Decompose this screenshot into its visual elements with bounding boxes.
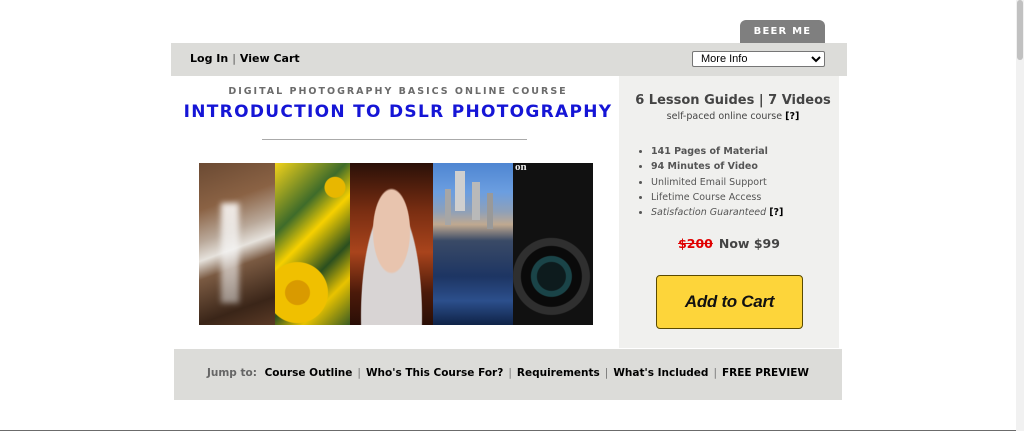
jump-links: Jump to: Course Outline | Who's This Cours…: [174, 367, 842, 379]
course-title: INTRODUCTION TO DSLR PHOTOGRAPHY: [183, 102, 613, 122]
feature-list: 141 Pages of Material 94 Minutes of Vide…: [637, 144, 783, 220]
view-cart-link[interactable]: View Cart: [240, 52, 300, 65]
new-price: Now $99: [718, 236, 780, 251]
jump-separator: |: [508, 367, 512, 379]
feature-item: Lifetime Course Access: [651, 190, 783, 205]
jump-whats-included-link[interactable]: What's Included: [613, 367, 708, 379]
scrollbar-thumb[interactable]: [1017, 0, 1023, 60]
add-to-cart-button[interactable]: Add to Cart: [656, 275, 803, 329]
lessons-summary: 6 Lesson Guides | 7 Videos: [635, 93, 831, 108]
jump-to-bar: Jump to: Course Outline | Who's This Cours…: [174, 349, 842, 400]
guarantee-text: Satisfaction Guaranteed: [651, 207, 767, 219]
login-link[interactable]: Log In: [190, 52, 228, 65]
jump-separator: |: [604, 367, 609, 379]
yellow-flower-photo: [275, 163, 350, 325]
self-paced-text: self-paced online course: [666, 111, 783, 122]
top-nav-bar: Log In | View Cart More Info: [171, 43, 847, 76]
jump-audience-link[interactable]: Who's This Course For?: [366, 367, 503, 379]
price-line: $200 Now $99: [619, 236, 839, 251]
page-scrollbar[interactable]: [1016, 0, 1024, 431]
feature-item: 94 Minutes of Video: [651, 159, 783, 174]
camera-lens-photo: [513, 163, 593, 325]
jump-free-preview-link[interactable]: FREE PREVIEW: [722, 367, 809, 379]
feature-item: 141 Pages of Material: [651, 144, 783, 159]
more-info-select[interactable]: More Info: [692, 51, 825, 67]
course-subtitle: DIGITAL PHOTOGRAPHY BASICS ONLINE COURSE: [228, 86, 568, 97]
waterfall-photo: [199, 163, 275, 325]
self-paced-help-link[interactable]: [?]: [785, 111, 799, 122]
old-price: $200: [678, 236, 713, 251]
title-divider: [262, 139, 527, 140]
jump-separator: |: [357, 367, 361, 379]
beer-me-tab[interactable]: BEER ME: [740, 20, 825, 43]
guarantee-help-link[interactable]: [?]: [769, 207, 783, 218]
jump-course-outline-link[interactable]: Course Outline: [265, 367, 353, 379]
jump-requirements-link[interactable]: Requirements: [517, 367, 600, 379]
self-paced-line: self-paced online course [?]: [619, 111, 847, 122]
feature-item: Unlimited Email Support: [651, 175, 783, 190]
jump-separator: |: [713, 367, 717, 379]
account-links: Log In | View Cart: [190, 52, 300, 65]
course-header-panel: DIGITAL PHOTOGRAPHY BASICS ONLINE COURSE…: [171, 76, 619, 348]
feature-item: Satisfaction Guaranteed [?]: [651, 205, 783, 220]
nav-separator: |: [232, 52, 236, 65]
jump-to-label: Jump to:: [206, 367, 257, 379]
purchase-sidebar: 6 Lesson Guides | 7 Videos self-paced on…: [619, 76, 839, 348]
portrait-photo: [350, 163, 433, 325]
city-skyline-photo: [433, 163, 513, 325]
photo-strip: [199, 163, 595, 325]
